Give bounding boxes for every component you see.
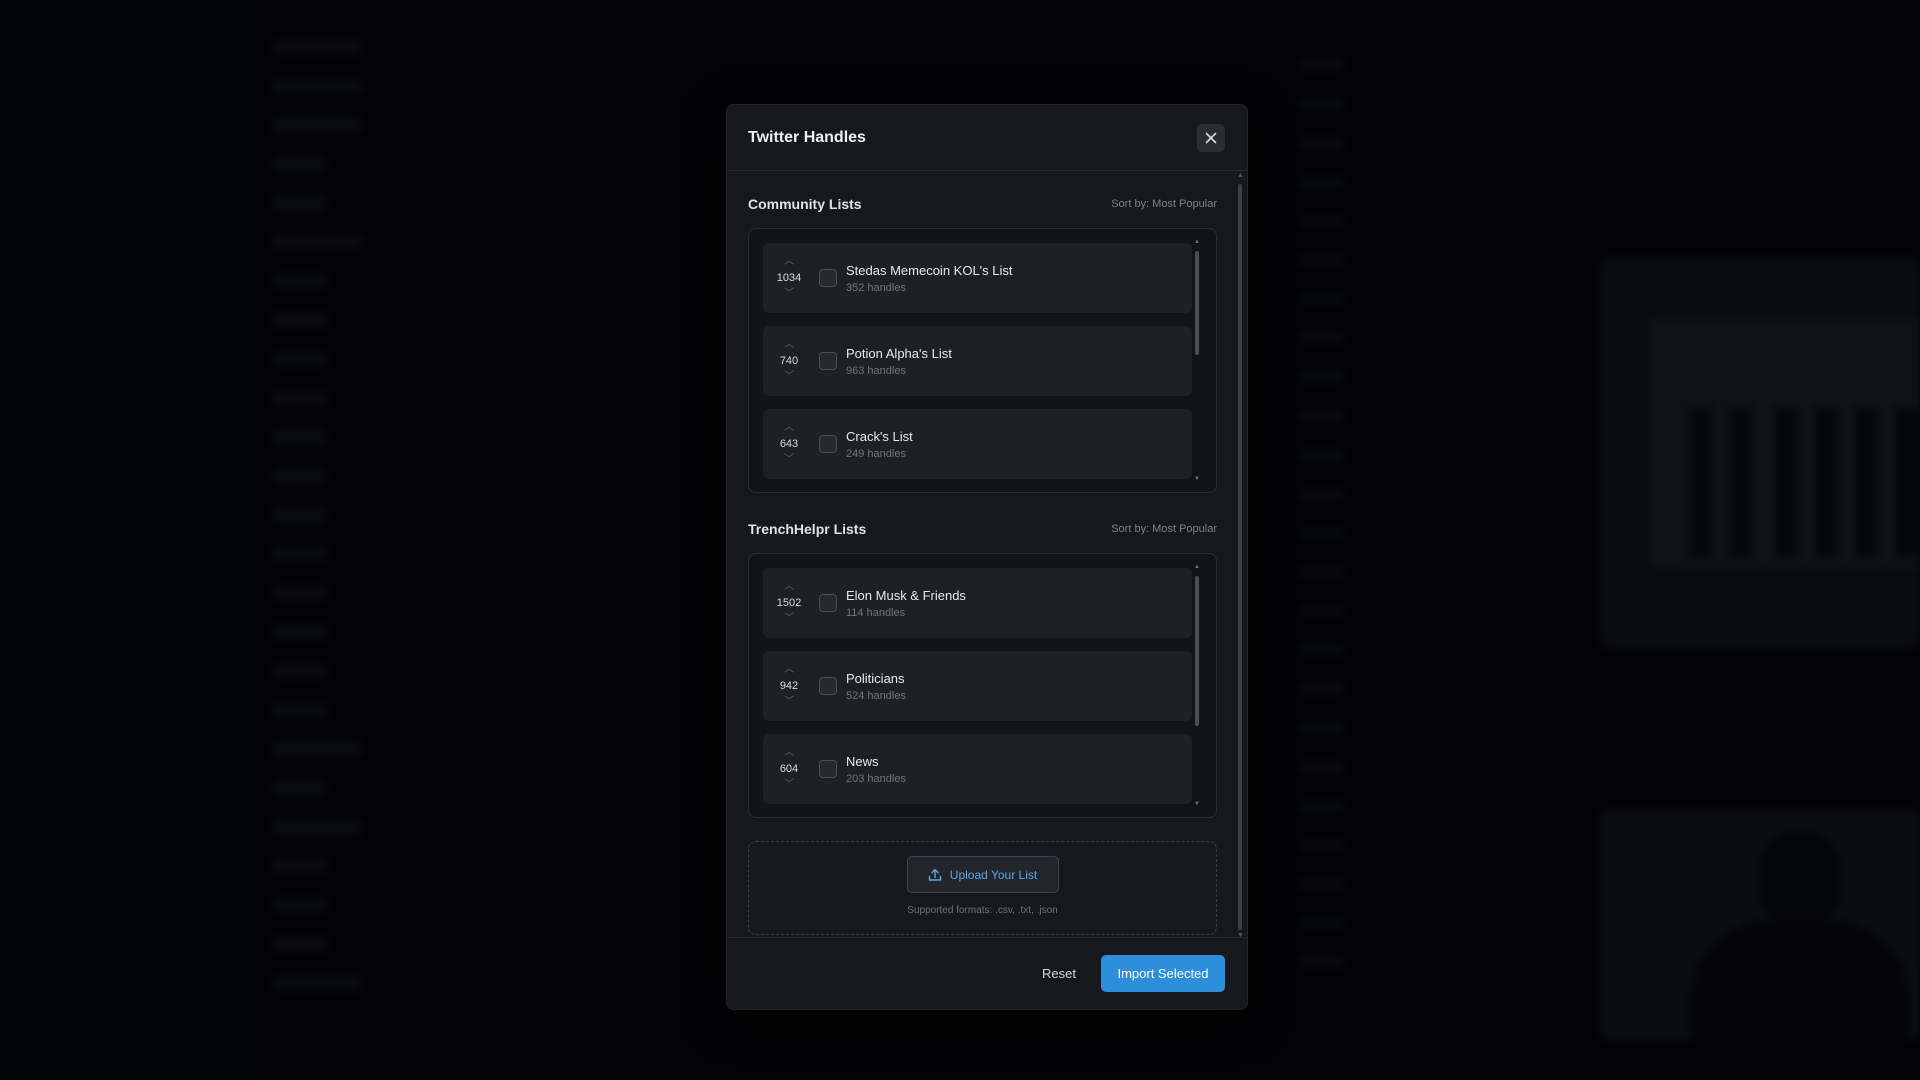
list-name: Elon Musk & Friends	[846, 587, 966, 603]
upvote-icon[interactable]: ︿	[784, 422, 794, 434]
vote-count: 1034	[776, 272, 802, 284]
list-name: Potion Alpha's List	[846, 345, 952, 361]
vote-count: 942	[779, 680, 799, 692]
vote-control: ︿ 942 ﹀	[771, 664, 807, 708]
list-item[interactable]: ︿ 1034 ﹀ Stedas Memecoin KOL's List 352 …	[763, 243, 1192, 313]
twitter-handles-modal: Twitter Handles ▲ ▼ Community Lists Sort…	[726, 104, 1248, 1010]
section-title: Community Lists	[748, 196, 862, 212]
vote-count: 604	[779, 763, 799, 775]
upvote-icon[interactable]: ︿	[784, 664, 794, 676]
modal-header: Twitter Handles	[727, 105, 1247, 171]
list-checkbox[interactable]	[819, 352, 837, 370]
list-name: Crack's List	[846, 428, 913, 444]
trenchhelpr-lists-header: TrenchHelpr Lists Sort by: Most Popular	[748, 519, 1217, 539]
list-checkbox[interactable]	[819, 760, 837, 778]
handles-count: 352 handles	[846, 281, 906, 294]
list-name: News	[846, 753, 879, 769]
downvote-icon[interactable]: ﹀	[784, 454, 794, 466]
upvote-icon[interactable]: ︿	[784, 581, 794, 593]
vote-control: ︿ 740 ﹀	[771, 339, 807, 383]
list-scrollbar[interactable]: ▲ ▼	[1194, 564, 1200, 807]
modal-footer: Reset Import Selected	[727, 937, 1247, 1009]
list-checkbox[interactable]	[819, 677, 837, 695]
list-checkbox[interactable]	[819, 435, 837, 453]
handles-count: 963 handles	[846, 364, 906, 377]
upload-button-label: Upload Your List	[949, 867, 1038, 882]
list-name: Stedas Memecoin KOL's List	[846, 262, 1013, 278]
handles-count: 203 handles	[846, 772, 906, 785]
vote-control: ︿ 604 ﹀	[771, 747, 807, 791]
vote-control: ︿ 643 ﹀	[771, 422, 807, 466]
upload-icon	[928, 868, 941, 881]
trenchhelpr-lists-box: ▲ ▼ ︿ 1502 ﹀ Elon Musk & Friends 114 han…	[748, 553, 1217, 818]
sort-dropdown[interactable]: Sort by: Most Popular	[1111, 198, 1217, 210]
vote-count: 643	[779, 438, 799, 450]
downvote-icon[interactable]: ﹀	[784, 779, 794, 791]
downvote-icon[interactable]: ﹀	[784, 371, 794, 383]
reset-button[interactable]: Reset	[1042, 966, 1076, 981]
list-checkbox[interactable]	[819, 594, 837, 612]
list-item[interactable]: ︿ 604 ﹀ News 203 handles	[763, 734, 1192, 804]
modal-scrollbar[interactable]: ▲ ▼	[1237, 172, 1244, 939]
import-selected-button[interactable]: Import Selected	[1101, 955, 1225, 992]
upvote-icon[interactable]: ︿	[784, 747, 794, 759]
community-lists-box: ▲ ▼ ︿ 1034 ﹀ Stedas Memecoin KOL's List …	[748, 228, 1217, 493]
vote-count: 1502	[776, 597, 802, 609]
list-item[interactable]: ︿ 740 ﹀ Potion Alpha's List 963 handles	[763, 326, 1192, 396]
close-button[interactable]	[1197, 123, 1225, 152]
modal-body: ▲ ▼ Community Lists Sort by: Most Popula…	[727, 172, 1247, 939]
handles-count: 114 handles	[846, 606, 906, 619]
upload-dropzone[interactable]: Upload Your List Supported formats: .csv…	[748, 841, 1217, 935]
list-item[interactable]: ︿ 643 ﹀ Crack's List 249 handles	[763, 409, 1192, 479]
vote-control: ︿ 1034 ﹀	[771, 256, 807, 300]
downvote-icon[interactable]: ﹀	[784, 288, 794, 300]
handles-count: 524 handles	[846, 689, 906, 702]
list-item[interactable]: ︿ 942 ﹀ Politicians 524 handles	[763, 651, 1192, 721]
vote-control: ︿ 1502 ﹀	[771, 581, 807, 625]
list-scrollbar[interactable]: ▲ ▼	[1194, 239, 1200, 482]
list-item[interactable]: ︿ 1502 ﹀ Elon Musk & Friends 114 handles	[763, 568, 1192, 638]
close-icon	[1205, 132, 1217, 143]
downvote-icon[interactable]: ﹀	[784, 613, 794, 625]
upvote-icon[interactable]: ︿	[784, 256, 794, 268]
list-name: Politicians	[846, 670, 905, 686]
upload-list-button[interactable]: Upload Your List	[906, 856, 1059, 893]
list-checkbox[interactable]	[819, 269, 837, 287]
downvote-icon[interactable]: ﹀	[784, 696, 794, 708]
community-lists-header: Community Lists Sort by: Most Popular	[748, 194, 1217, 214]
sort-dropdown[interactable]: Sort by: Most Popular	[1111, 523, 1217, 535]
vote-count: 740	[779, 355, 799, 367]
upvote-icon[interactable]: ︿	[784, 339, 794, 351]
modal-title: Twitter Handles	[748, 128, 866, 146]
section-title: TrenchHelpr Lists	[748, 521, 867, 537]
supported-formats: Supported formats: .csv, .txt, .json	[907, 905, 1058, 916]
handles-count: 249 handles	[846, 447, 906, 460]
